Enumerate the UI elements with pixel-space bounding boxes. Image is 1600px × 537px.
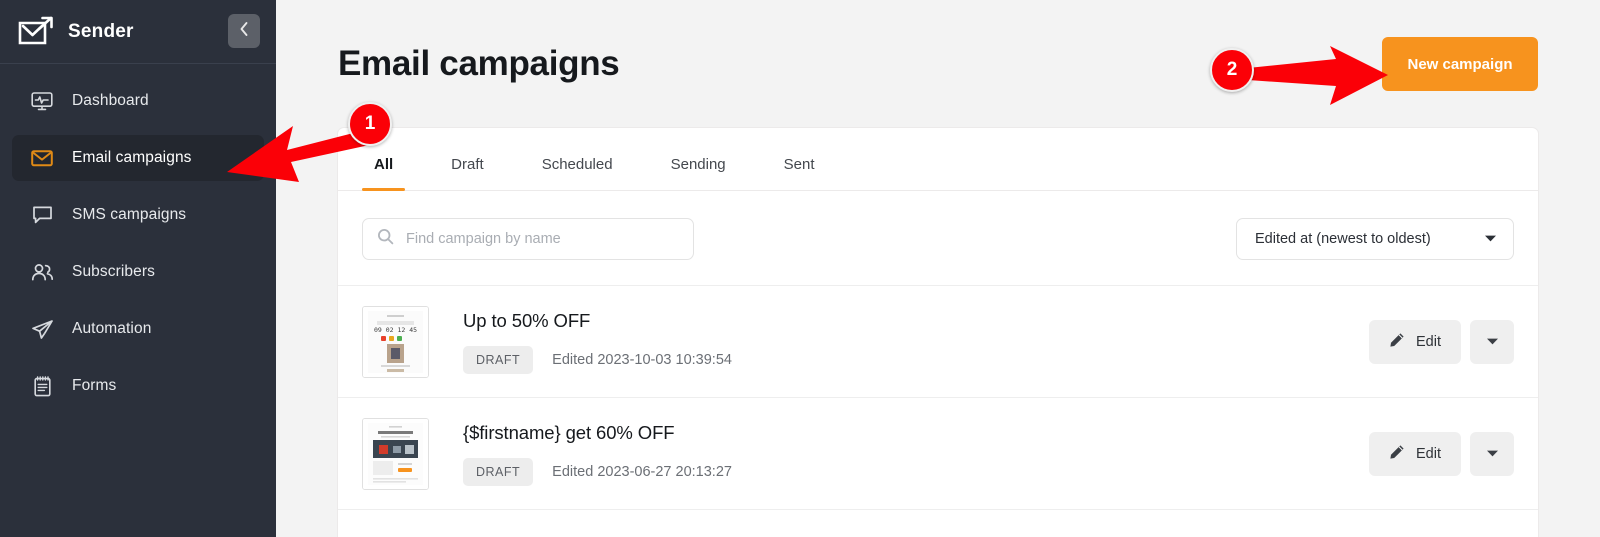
campaign-title: {$firstname} get 60% OFF	[463, 421, 675, 443]
campaign-info: Up to 50% OFF DRAFT Edited 2023-10-03 10…	[463, 310, 1369, 374]
sidebar-header: Sender	[0, 0, 276, 64]
sidebar-item-automation[interactable]: Automation	[12, 306, 264, 352]
campaign-info: {$firstname} get 60% OFF DRAFT Edited 20…	[463, 422, 1369, 486]
sidebar-item-label: Dashboard	[72, 92, 149, 109]
sidebar: Sender Dashboard Email campaigns SMS cam…	[0, 0, 276, 537]
new-campaign-button[interactable]: New campaign	[1382, 37, 1538, 91]
table-row[interactable]: 09 02 12 45 Up to 50% OFF DRAFT Edited 2…	[338, 285, 1538, 397]
sidebar-item-sms-campaigns[interactable]: SMS campaigns	[12, 192, 264, 238]
campaign-title: Up to 50% OFF	[463, 309, 591, 331]
sender-logo-icon	[17, 16, 55, 48]
app-root: Sender Dashboard Email campaigns SMS cam…	[0, 0, 1600, 537]
edit-button[interactable]: Edit	[1369, 431, 1461, 476]
pencil-icon	[1389, 332, 1405, 352]
campaign-list: 09 02 12 45 Up to 50% OFF DRAFT Edited 2…	[338, 285, 1538, 537]
page-header: Email campaigns New campaign	[276, 0, 1600, 128]
svg-text:09 02 12 45: 09 02 12 45	[374, 326, 417, 334]
paper-plane-icon	[30, 317, 54, 341]
search-input[interactable]	[406, 231, 679, 247]
chevron-down-icon	[1484, 231, 1497, 247]
campaign-thumbnail	[362, 417, 429, 490]
edit-button-label: Edit	[1416, 445, 1441, 462]
sidebar-item-email-campaigns[interactable]: Email campaigns	[12, 135, 264, 181]
row-menu-button[interactable]	[1470, 431, 1514, 476]
campaign-meta: DRAFT Edited 2023-10-03 10:39:54	[463, 345, 1369, 374]
monitor-pulse-icon	[30, 89, 54, 113]
status-badge: DRAFT	[463, 457, 534, 486]
sidebar-item-label: Automation	[72, 320, 152, 337]
row-menu-button[interactable]	[1470, 319, 1514, 364]
filters-bar: Edited at (newest to oldest)	[338, 191, 1538, 285]
campaign-thumbnail: 09 02 12 45	[362, 305, 429, 378]
people-icon	[30, 260, 54, 284]
chevron-down-icon	[1486, 334, 1499, 349]
edited-timestamp: Edited 2023-06-27 20:13:27	[552, 463, 732, 480]
tab-sent[interactable]: Sent	[772, 156, 827, 190]
sidebar-item-label: Email campaigns	[72, 149, 192, 166]
sidebar-item-subscribers[interactable]: Subscribers	[12, 249, 264, 295]
edited-timestamp: Edited 2023-10-03 10:39:54	[552, 351, 732, 368]
sidebar-item-dashboard[interactable]: Dashboard	[12, 78, 264, 124]
campaign-meta: DRAFT Edited 2023-06-27 20:13:27	[463, 457, 1369, 486]
chevron-left-icon	[239, 21, 249, 42]
clipboard-icon	[30, 374, 54, 398]
search-box[interactable]	[362, 218, 694, 260]
status-badge: DRAFT	[463, 345, 534, 374]
speech-bubble-icon	[30, 203, 54, 227]
sidebar-nav: Dashboard Email campaigns SMS campaigns …	[0, 64, 276, 409]
edit-button-label: Edit	[1416, 333, 1441, 350]
sidebar-item-label: Forms	[72, 377, 117, 394]
tab-scheduled[interactable]: Scheduled	[530, 156, 625, 190]
row-actions: Edit	[1369, 431, 1514, 476]
search-icon	[377, 228, 394, 250]
tab-all[interactable]: All	[362, 156, 406, 191]
sort-select-value: Edited at (newest to oldest)	[1255, 231, 1431, 247]
table-row[interactable]: {$firstname} get 60% OFF DRAFT Edited 20…	[338, 397, 1538, 509]
main-content: Email campaigns New campaign All Draft S…	[276, 0, 1600, 537]
pencil-icon	[1389, 444, 1405, 464]
sidebar-item-label: Subscribers	[72, 263, 155, 280]
brand-name: Sender	[68, 20, 134, 42]
sidebar-item-label: SMS campaigns	[72, 206, 187, 223]
table-row-partial[interactable]	[338, 509, 1538, 537]
tab-sending[interactable]: Sending	[659, 156, 738, 190]
sidebar-collapse-button[interactable]	[228, 14, 260, 48]
row-actions: Edit	[1369, 319, 1514, 364]
chevron-down-icon	[1486, 446, 1499, 461]
sidebar-item-forms[interactable]: Forms	[12, 363, 264, 409]
edit-button[interactable]: Edit	[1369, 319, 1461, 364]
page-title: Email campaigns	[338, 44, 620, 83]
campaigns-card: All Draft Scheduled Sending Sent Find ca…	[338, 128, 1538, 537]
envelope-icon	[30, 146, 54, 170]
tab-draft[interactable]: Draft	[439, 156, 496, 190]
sort-select[interactable]: Edited at (newest to oldest)	[1236, 218, 1514, 260]
campaign-status-tabs: All Draft Scheduled Sending Sent	[338, 128, 1538, 191]
